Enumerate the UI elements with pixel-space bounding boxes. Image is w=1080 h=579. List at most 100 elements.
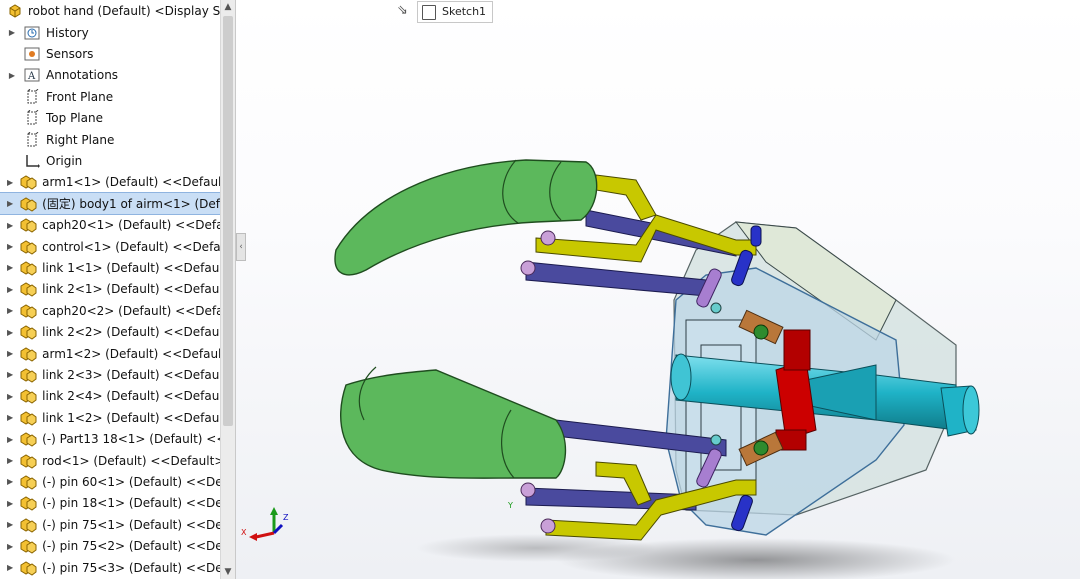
tree-item[interactable]: ▶ link 1<2> (Default) <<Default xyxy=(0,407,220,428)
tree-item[interactable]: ▶ (-) pin 18<1> (Default) <<Def xyxy=(0,493,220,514)
expand-caret-icon[interactable]: ▶ xyxy=(7,477,13,486)
part-icon xyxy=(19,367,37,383)
tree-item-label: Annotations xyxy=(46,68,119,83)
flyout-tree-icon[interactable]: ⇘ xyxy=(397,3,408,18)
expand-caret-icon: ▶ xyxy=(7,135,17,144)
tree-item-label: (-) pin 60<1> (Default) <<Def xyxy=(42,474,220,489)
tree-item[interactable]: ▶ (固定) body1 of airm<1> (Def xyxy=(0,192,221,216)
part-icon xyxy=(19,196,37,212)
expand-caret-icon[interactable]: ▶ xyxy=(7,435,13,444)
tree-item[interactable]: ▶ arm1<1> (Default) <<Default: xyxy=(0,172,220,193)
expand-caret-icon[interactable]: ▶ xyxy=(7,71,17,80)
expand-caret-icon: ▶ xyxy=(7,92,17,101)
sketch-tab-label: Sketch1 xyxy=(442,5,487,18)
tree-item[interactable]: ▶ Origin xyxy=(0,150,220,171)
expand-caret-icon[interactable]: ▶ xyxy=(7,370,13,379)
tree-item-label: link 1<1> (Default) <<Default xyxy=(42,260,220,275)
tree-root-assembly[interactable]: robot hand (Default) <Display Sta xyxy=(0,0,232,21)
part-icon xyxy=(19,517,37,533)
tree-item[interactable]: ▶ link 2<4> (Default) <<Default xyxy=(0,386,220,407)
tree-item[interactable]: ▶ arm1<2> (Default) <<Default: xyxy=(0,343,220,364)
tree-root-label: robot hand (Default) <Display Sta xyxy=(28,3,233,18)
expand-caret-icon[interactable]: ▶ xyxy=(7,413,13,422)
part-icon xyxy=(19,431,37,447)
tree-item[interactable]: ▶ (-) pin 75<3> (Default) <<Def xyxy=(0,557,220,578)
tree-item-label: rod<1> (Default) <<Default>_ xyxy=(42,453,220,468)
expand-caret-icon[interactable]: ▶ xyxy=(7,178,13,187)
tree-item-label: link 2<1> (Default) <<Default xyxy=(42,282,220,297)
scroll-down-arrow[interactable]: ▼ xyxy=(221,565,235,579)
tree-item-label: Right Plane xyxy=(46,132,115,147)
part-icon xyxy=(19,495,37,511)
tree-item[interactable]: ▶ Right Plane xyxy=(0,129,220,150)
expand-caret-icon[interactable]: ▶ xyxy=(7,499,13,508)
history-icon xyxy=(23,25,41,41)
expand-caret-icon[interactable]: ▶ xyxy=(7,242,13,251)
tree-item[interactable]: ▶ link 2<3> (Default) <<Default xyxy=(0,364,220,385)
tree-item[interactable]: ▶ rod<1> (Default) <<Default>_ xyxy=(0,450,220,471)
part-icon xyxy=(19,388,37,404)
expand-caret-icon[interactable]: ▶ xyxy=(7,306,13,315)
expand-caret-icon[interactable]: ▶ xyxy=(7,392,13,401)
tree-item-label: link 2<3> (Default) <<Default xyxy=(42,367,220,382)
expand-caret-icon[interactable]: ▶ xyxy=(7,456,13,465)
robot-hand-model xyxy=(249,159,980,579)
tree-item-label: Sensors xyxy=(46,46,94,61)
annotations-icon: A xyxy=(23,67,41,83)
scroll-up-arrow[interactable]: ▲ xyxy=(221,0,235,14)
assembly-icon xyxy=(6,3,24,19)
expand-caret-icon: ▶ xyxy=(7,156,17,165)
sketch-icon xyxy=(422,5,436,20)
part-icon xyxy=(19,281,37,297)
expand-caret-icon[interactable]: ▶ xyxy=(7,328,13,337)
tree-item-label: link 1<2> (Default) <<Default xyxy=(42,410,220,425)
plane-icon xyxy=(23,88,41,105)
feature-manager-tree[interactable]: robot hand (Default) <Display Sta ▶ Histo… xyxy=(0,0,236,579)
expand-caret-icon[interactable]: ▶ xyxy=(7,285,13,294)
tree-item[interactable]: ▶ Sensors xyxy=(0,43,220,64)
tree-item[interactable]: ▶ link 1<1> (Default) <<Default xyxy=(0,257,220,278)
tree-item-label: (-) pin 75<1> (Default) <<Def xyxy=(42,517,220,532)
tree-item[interactable]: ▶ Front Plane xyxy=(0,86,220,107)
tree-item[interactable]: ▶ link 2<1> (Default) <<Default xyxy=(0,279,220,300)
tree-item[interactable]: ▶ (-) pin 75<2> (Default) <<Def xyxy=(0,536,220,557)
plane-icon xyxy=(23,131,41,148)
tree-item[interactable]: ▶ (-) Part13 18<1> (Default) <<I xyxy=(0,429,220,450)
tree-item-label: link 2<4> (Default) <<Default xyxy=(42,389,220,404)
graphics-viewport[interactable]: Y X Z xyxy=(236,0,1080,579)
tree-scrollbar[interactable]: ▲ ▼ xyxy=(220,0,235,579)
tree-item-label: caph20<2> (Default) <<Defau xyxy=(42,303,220,318)
plane-icon xyxy=(23,110,41,126)
panel-splitter-handle[interactable]: ‹ xyxy=(236,233,246,261)
expand-caret-icon[interactable]: ▶ xyxy=(7,221,13,230)
expand-caret-icon[interactable]: ▶ xyxy=(7,349,13,358)
tree-item[interactable]: ▶ (-) pin 75<1> (Default) <<Def xyxy=(0,514,220,535)
expand-caret-icon[interactable]: ▶ xyxy=(7,520,13,529)
tree-item[interactable]: ▶ control<1> (Default) <<Defau xyxy=(0,236,220,257)
part-icon xyxy=(19,560,37,576)
scroll-thumb[interactable] xyxy=(223,16,233,426)
tree-item-label: Origin xyxy=(46,153,83,168)
tree-item[interactable]: ▶ (-) pin 60<1> (Default) <<Def xyxy=(0,471,220,492)
sketch-tab[interactable]: Sketch1 xyxy=(417,1,494,23)
tree-item[interactable]: ▶ A Annotations xyxy=(0,65,220,86)
tree-item-label: Front Plane xyxy=(46,89,114,104)
part-icon xyxy=(19,346,37,362)
part-icon xyxy=(19,410,37,426)
tree-item-label: caph20<1> (Default) <<Defau xyxy=(42,218,220,233)
tree-item[interactable]: ▶ History xyxy=(0,22,220,43)
tree-item[interactable]: ▶ caph20<1> (Default) <<Defau xyxy=(0,215,220,236)
tree-item[interactable]: ▶ link 2<2> (Default) <<Default xyxy=(0,322,220,343)
part-icon xyxy=(19,239,37,255)
tree-item-label: control<1> (Default) <<Defau xyxy=(42,239,220,254)
tree-item-label: arm1<2> (Default) <<Default: xyxy=(42,346,220,361)
expand-caret-icon[interactable]: ▶ xyxy=(7,542,13,551)
tree-item-label: (-) pin 75<2> (Default) <<Def xyxy=(42,539,220,554)
tree-item[interactable]: ▶ caph20<2> (Default) <<Defau xyxy=(0,300,220,321)
expand-caret-icon[interactable]: ▶ xyxy=(7,563,13,572)
expand-caret-icon[interactable]: ▶ xyxy=(7,263,13,272)
expand-caret-icon[interactable]: ▶ xyxy=(7,28,17,37)
tree-item[interactable]: ▶ Top Plane xyxy=(0,108,220,129)
part-icon xyxy=(19,303,37,319)
expand-caret-icon[interactable]: ▶ xyxy=(7,199,13,208)
